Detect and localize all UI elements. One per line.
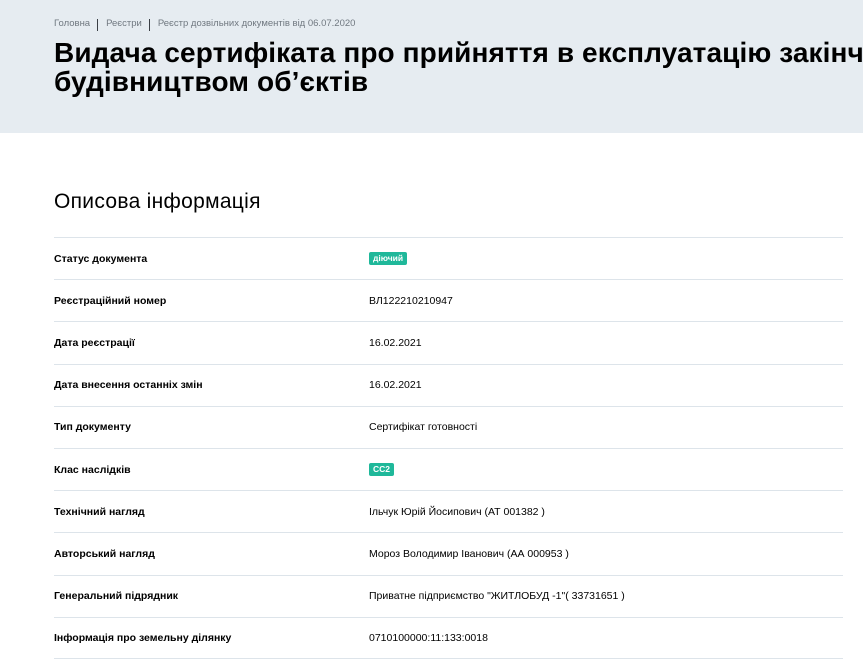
field-value: Мороз Володимир Іванович (АА 000953 ) — [369, 547, 569, 560]
page-title-line-1: Видача сертифіката про прийняття в експл… — [54, 37, 863, 68]
field-label: Статус документа — [54, 252, 148, 265]
field-value: 16.02.2021 — [369, 336, 422, 349]
field-label: Клас наслідків — [54, 463, 131, 476]
breadcrumb-home-link[interactable]: Головна — [54, 18, 90, 29]
status-badge: діючий — [369, 252, 408, 266]
breadcrumb-separator — [148, 19, 150, 31]
info-row-registration-date: Дата реєстрації 16.02.2021 — [54, 321, 843, 363]
info-row-general-contractor: Генеральний підрядник Приватне підприємс… — [54, 574, 843, 617]
field-label: Авторський нагляд — [54, 547, 155, 560]
breadcrumb-separator — [97, 19, 99, 31]
breadcrumb-registries-link[interactable]: Реєстри — [106, 18, 142, 29]
page-title: Видача сертифіката про прийняття в експл… — [54, 38, 863, 96]
section-title: Описова інформація — [54, 190, 261, 213]
breadcrumb-current-registry-link[interactable]: Реєстр дозвільних документів від 06.07.2… — [158, 18, 356, 29]
field-label: Технічний нагляд — [54, 505, 145, 518]
info-row-document-type: Тип документу Сертифікат готовності — [54, 405, 843, 448]
consequence-class-badge: СС2 — [369, 463, 395, 477]
field-value: 0710100000:11:133:0018 — [369, 631, 488, 644]
field-value: 16.02.2021 — [369, 379, 422, 392]
field-value: Ільчук Юрій Йосипович (АТ 001382 ) — [369, 505, 545, 518]
info-row-consequence-class: Клас наслідків СС2 — [54, 447, 843, 490]
field-value: Приватне підприємство "ЖИТЛОБУД -1"( 337… — [369, 590, 625, 603]
info-row-last-change-date: Дата внесення останніх змін 16.02.2021 — [54, 363, 843, 406]
field-value: ВЛ122210210947 — [369, 294, 453, 307]
page-title-line-2: будівництвом об’єктів — [54, 66, 369, 97]
info-row-technical-supervision: Технічний нагляд Ільчук Юрій Йосипович (… — [54, 490, 843, 532]
breadcrumb: Головна Реєстри Реєстр дозвільних докуме… — [54, 17, 356, 31]
field-value: Сертифікат готовності — [369, 421, 478, 434]
page-header: Головна Реєстри Реєстр дозвільних докуме… — [0, 0, 863, 133]
info-row-registration-number: Реєстраційний номер ВЛ122210210947 — [54, 279, 843, 321]
info-row-status: Статус документа діючий — [54, 237, 843, 279]
field-label: Генеральний підрядник — [54, 590, 179, 603]
field-label: Дата реєстрації — [54, 336, 135, 349]
info-table: Статус документа діючий Реєстраційний но… — [54, 237, 843, 659]
field-label: Інформація про земельну ділянку — [54, 631, 232, 644]
field-label: Реєстраційний номер — [54, 294, 167, 307]
field-label: Дата внесення останніх змін — [54, 379, 203, 392]
info-row-land-plot: Інформація про земельну ділянку 07101000… — [54, 616, 843, 659]
field-label: Тип документу — [54, 421, 131, 434]
info-row-author-supervision: Авторський нагляд Мороз Володимир Іванов… — [54, 532, 843, 574]
